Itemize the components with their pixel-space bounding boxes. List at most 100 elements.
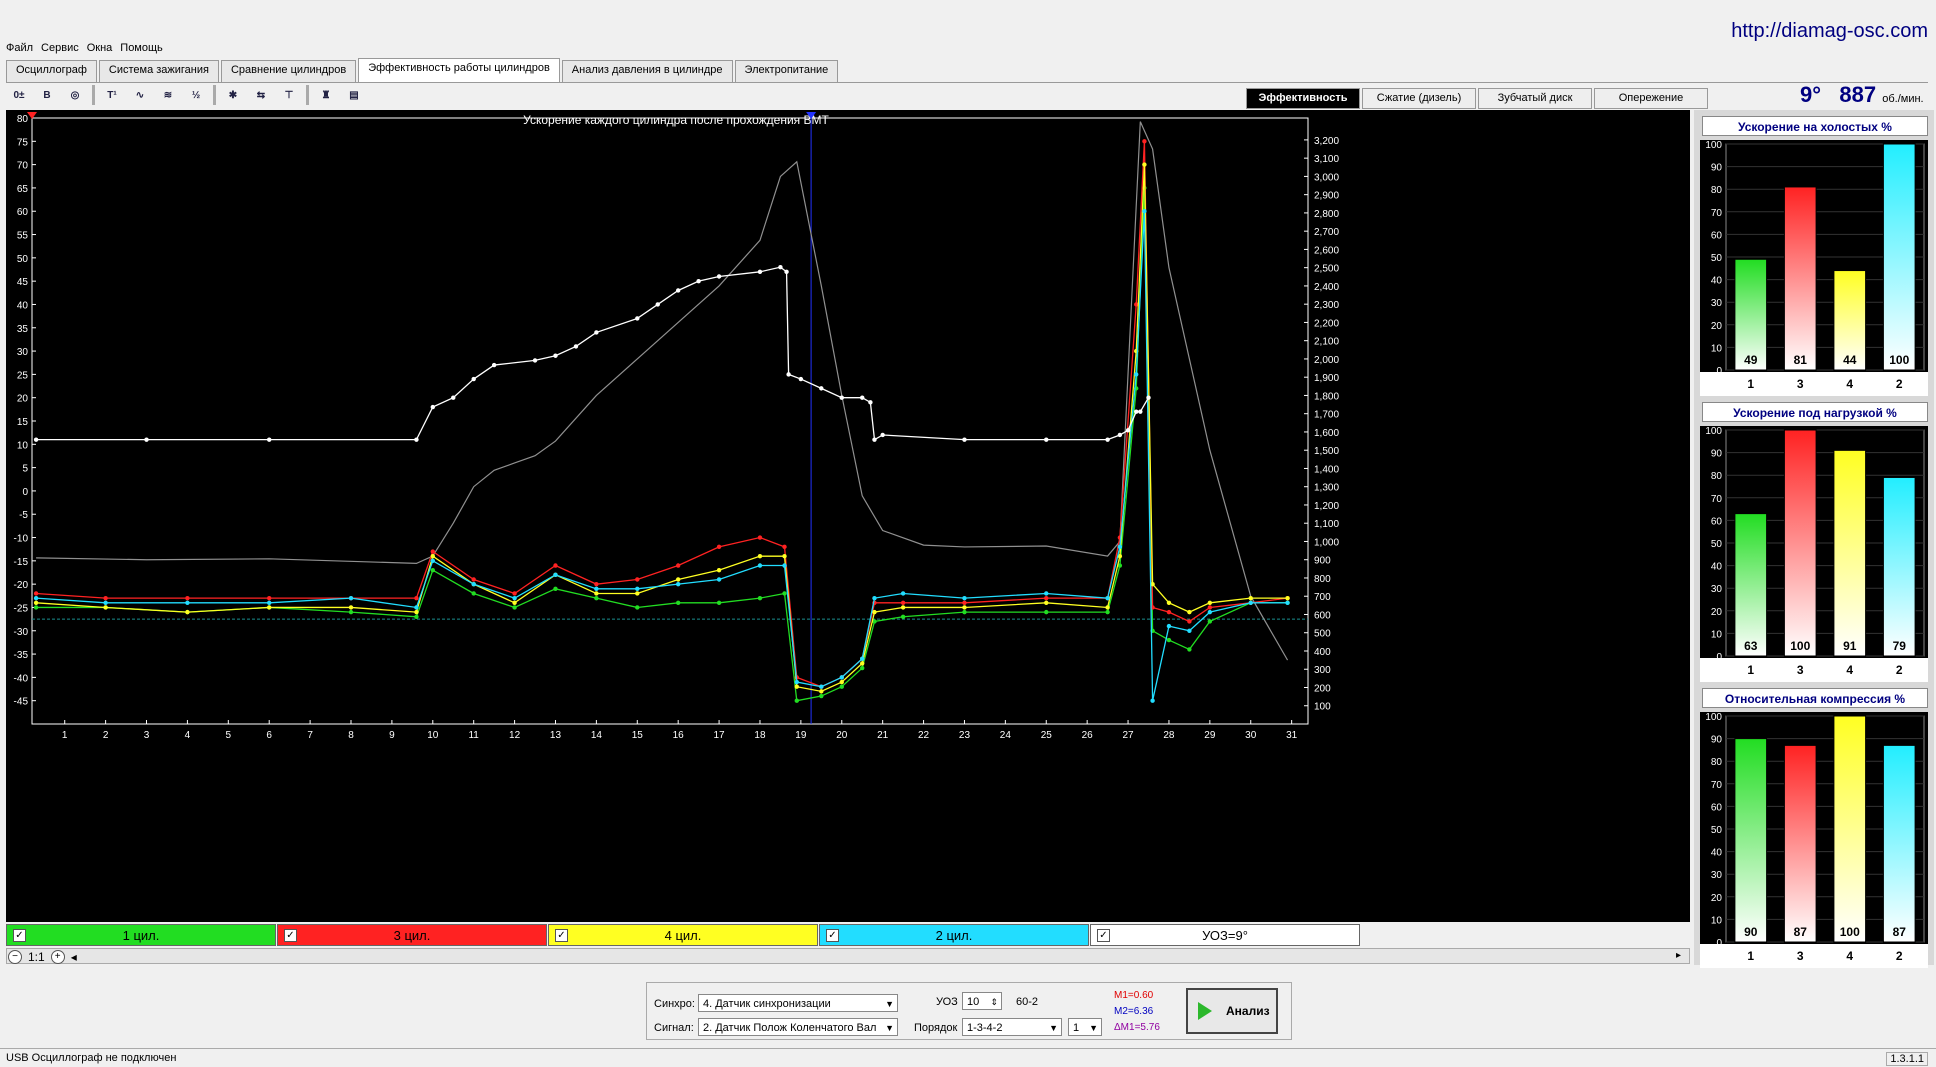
toolbar-separator [213, 85, 216, 105]
bar-value-label: 79 [1893, 639, 1907, 653]
legend-checkbox[interactable]: ✓ [284, 929, 297, 942]
bar-y-tick-label: 30 [1711, 298, 1723, 309]
bar-cyl-4 [1833, 449, 1867, 657]
legend-checkbox[interactable]: ✓ [1097, 929, 1110, 942]
wave-icon[interactable]: ∿ [129, 84, 151, 106]
bar-y-tick-label: 40 [1711, 562, 1723, 573]
bar-category-label: 1 [1747, 377, 1754, 391]
order-select[interactable]: 1-3-4-2 ▼ [962, 1018, 1062, 1036]
analyze-button[interactable]: Анализ [1186, 988, 1278, 1034]
y-left-tick-label: -5 [19, 510, 28, 521]
legend-checkbox[interactable]: ✓ [13, 929, 26, 942]
vvti-icon[interactable]: ≋ [157, 84, 179, 106]
series-line-3 [36, 211, 1288, 701]
series-point-3 [900, 591, 906, 596]
bar-value-label: 91 [1843, 639, 1857, 653]
series-point-4 [1105, 437, 1110, 442]
stepper-arrows-icon[interactable]: ⇕ [990, 993, 998, 1011]
bold-b-icon[interactable]: B [36, 84, 58, 106]
mode-tab-gear-disc[interactable]: Зубчатый диск [1478, 88, 1592, 109]
mode-tab-efficiency[interactable]: Эффективность [1246, 88, 1360, 109]
series-point-4 [872, 437, 877, 442]
y-left-tick-label: -15 [14, 557, 29, 568]
tab-power-supply[interactable]: Электропитание [734, 60, 839, 82]
injector-icon[interactable]: ✱ [222, 84, 244, 106]
series-point-1 [1166, 609, 1172, 615]
y-right-tick-label: 1,100 [1314, 519, 1339, 530]
website-url[interactable]: http://diamag-osc.com [1731, 20, 1928, 43]
signal-select[interactable]: 2. Датчик Полож Коленчатого Вал ▼ [698, 1018, 898, 1036]
series-point-3 [839, 675, 844, 680]
zoom-tool-icon[interactable]: 0± [8, 84, 30, 106]
series-point-2 [819, 689, 824, 694]
bar-value-label: 63 [1744, 639, 1758, 653]
tab-cylinder-compare[interactable]: Сравнение цилиндров [220, 60, 357, 82]
scroll-left-icon[interactable]: ◂ [71, 950, 77, 964]
legend-checkbox[interactable]: ✓ [555, 929, 568, 942]
sync-select[interactable]: 4. Датчик синхронизации ▼ [698, 994, 898, 1012]
tab-oscilloscope[interactable]: Осциллограф [6, 60, 97, 82]
alg-icon[interactable]: ½ [185, 84, 207, 106]
mode-tab-compression[interactable]: Сжатие (дизель) [1362, 88, 1476, 109]
menu-help[interactable]: Помощь [120, 42, 163, 58]
series-line-0 [36, 187, 1288, 702]
y-left-tick-label: 75 [17, 137, 29, 148]
timing-icon[interactable]: ⇆ [250, 84, 272, 106]
sync-label: Синхро: [654, 998, 695, 1010]
uoz-stepper[interactable]: 10 ⇕ [962, 992, 1002, 1010]
legend-item[interactable]: ✓ 4 цил. [548, 924, 818, 946]
legend-item[interactable]: ✓ 2 цил. [819, 924, 1089, 946]
series-point-0 [1105, 609, 1110, 615]
tab-ignition[interactable]: Система зажигания [98, 60, 219, 82]
bar-panel-svg: 10090807060504030201004918134441002 [1700, 140, 1928, 396]
t10-icon[interactable]: T¹ [101, 84, 123, 106]
bar-y-tick-label: 60 [1711, 230, 1723, 241]
bar-cyl-4 [1833, 715, 1867, 943]
bar-category-label: 3 [1797, 949, 1804, 963]
series-point-3 [348, 595, 354, 601]
menu-service[interactable]: Сервис [41, 42, 79, 58]
legend-checkbox[interactable]: ✓ [826, 929, 839, 942]
mode-tabs: Эффективность Сжатие (дизель) Зубчатый д… [1246, 88, 1708, 109]
y-left-tick-label: 25 [17, 370, 29, 381]
y-right-tick-label: 900 [1314, 556, 1331, 567]
zoom-out-icon[interactable]: − [8, 950, 22, 964]
rpm-icon[interactable]: ◎ [64, 84, 86, 106]
tab-pressure-analysis[interactable]: Анализ давления в цилиндре [561, 60, 733, 82]
sync-value: 4. Датчик синхронизации [703, 998, 831, 1010]
bar-y-tick-label: 80 [1711, 185, 1723, 196]
series-point-2 [414, 609, 419, 615]
series-point-0 [635, 605, 640, 610]
series-point-4 [33, 437, 39, 442]
x-tick-label: 17 [714, 730, 726, 741]
zoom-in-icon[interactable]: + [50, 950, 65, 964]
series-point-3 [819, 684, 824, 689]
series-point-1 [471, 577, 476, 582]
legend-item[interactable]: ✓ 3 цил. [277, 924, 547, 946]
tab-cylinder-efficiency[interactable]: Эффективность работы цилиндров [358, 58, 560, 82]
series-point-4 [491, 362, 497, 368]
menu-file[interactable]: Файл [6, 42, 33, 58]
mode-tab-advance[interactable]: Опережение [1594, 88, 1708, 109]
legend-item[interactable]: ✓ 1 цил. [6, 924, 276, 946]
bar-y-tick-label: 90 [1711, 449, 1723, 460]
gauge-icon[interactable]: ♜ [315, 84, 337, 106]
tdc-icon[interactable]: ⊤ [278, 84, 300, 106]
y-left-tick-label: -40 [14, 673, 29, 684]
legend-item[interactable]: ✓ УОЗ=9° [1090, 924, 1360, 946]
order-num-select[interactable]: 1 ▼ [1068, 1018, 1102, 1036]
series-point-3 [1134, 372, 1139, 377]
y-left-tick-label: -35 [14, 650, 29, 661]
y-left-tick-label: 0 [22, 487, 28, 498]
menu-bar: Файл Сервис Окна Помощь [6, 42, 163, 58]
scroll-right-icon[interactable]: ▸ [1676, 950, 1681, 961]
series-point-4 [1117, 432, 1123, 438]
series-point-4 [716, 274, 722, 279]
menu-windows[interactable]: Окна [87, 42, 113, 58]
series-point-3 [1166, 623, 1172, 629]
horizontal-scrollbar[interactable] [6, 948, 1690, 964]
series-line-4 [36, 266, 1150, 441]
table-icon[interactable]: ▤ [343, 84, 365, 106]
main-chart[interactable]: Ускорение каждого цилиндра после прохожд… [6, 110, 1690, 922]
series-point-0 [1187, 647, 1192, 652]
